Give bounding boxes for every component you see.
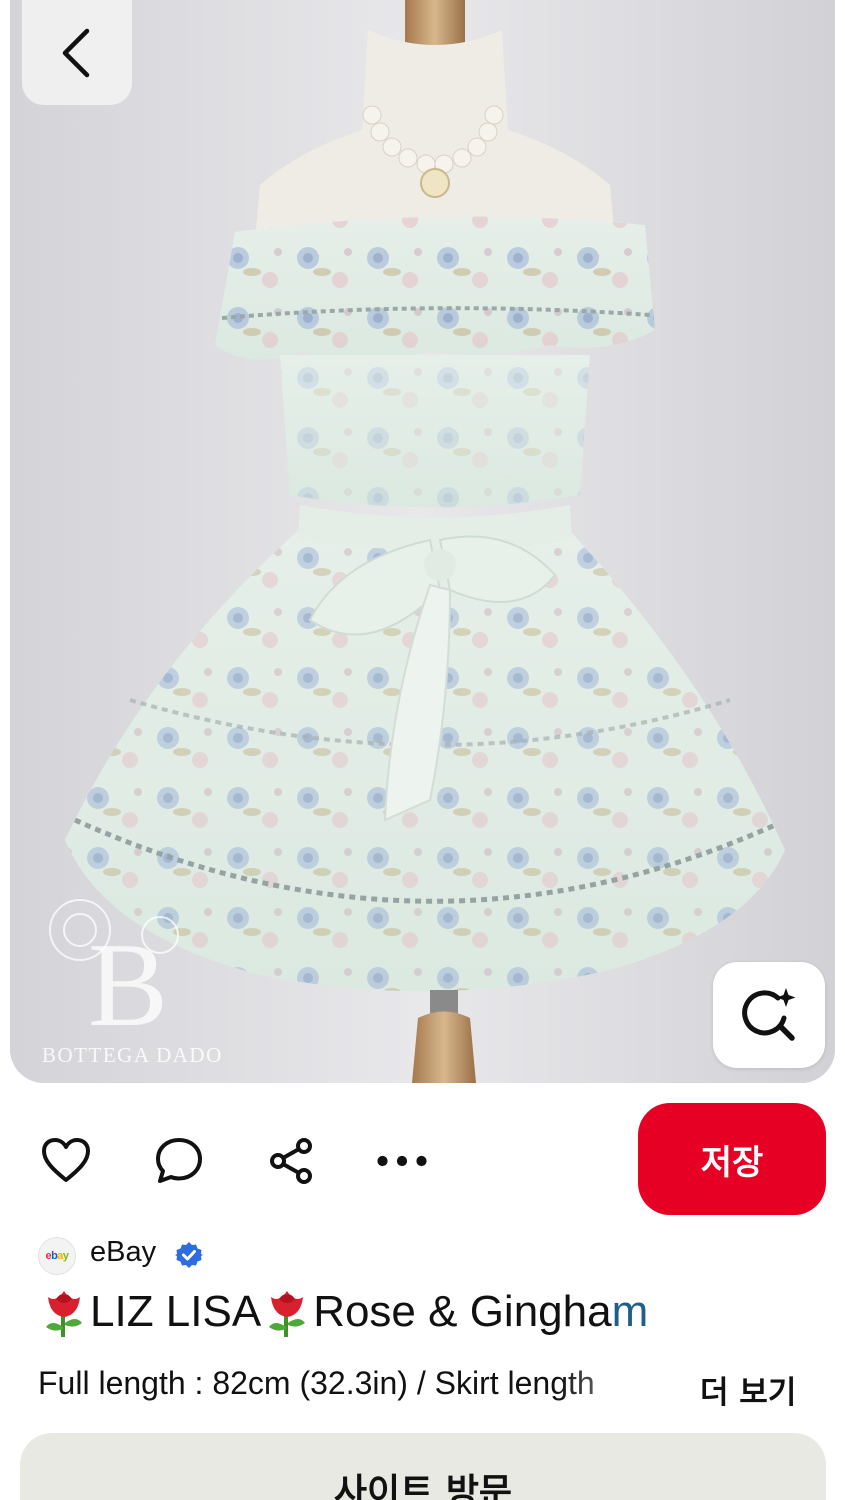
share-icon [270,1138,312,1184]
verified-badge-icon [175,1242,203,1268]
more-options-button[interactable] [376,1135,428,1187]
see-more-link[interactable]: 더 보기 [700,1367,796,1412]
watermark-text: BOTTEGA DADO [42,1043,223,1067]
watermark-letter: B [88,918,168,1051]
source-avatar[interactable]: ebay [38,1237,76,1275]
chevron-left-icon [62,28,90,77]
pin-title: LIZ LISA Rose & Gingha m [38,1285,808,1339]
visit-site-button[interactable]: 사이트 방문 [20,1433,826,1500]
visual-search-button[interactable] [713,962,825,1068]
title-part-1: LIZ LISA [90,1287,262,1336]
lens-sparkle-icon [742,988,796,1041]
like-button[interactable] [40,1135,92,1187]
title-part-3: m [611,1287,649,1336]
share-button[interactable] [265,1135,317,1187]
dress-photo: B [10,0,835,1083]
comment-button[interactable] [153,1135,205,1187]
source-name[interactable]: eBay [90,1236,156,1269]
pin-description: Full length : 82cm (32.3in) / Skirt leng… [38,1365,595,1401]
ellipsis-icon [377,1155,427,1167]
rose-emoji-icon [269,1291,306,1337]
title-part-2: Rose & Gingha [313,1287,612,1336]
heart-icon [42,1138,90,1182]
back-button[interactable] [22,0,132,105]
speech-bubble-icon [156,1138,202,1183]
rose-emoji-icon [46,1291,82,1337]
pin-image[interactable]: B BOTTEGA DADO [10,0,835,1083]
save-button[interactable]: 저장 [638,1103,826,1215]
